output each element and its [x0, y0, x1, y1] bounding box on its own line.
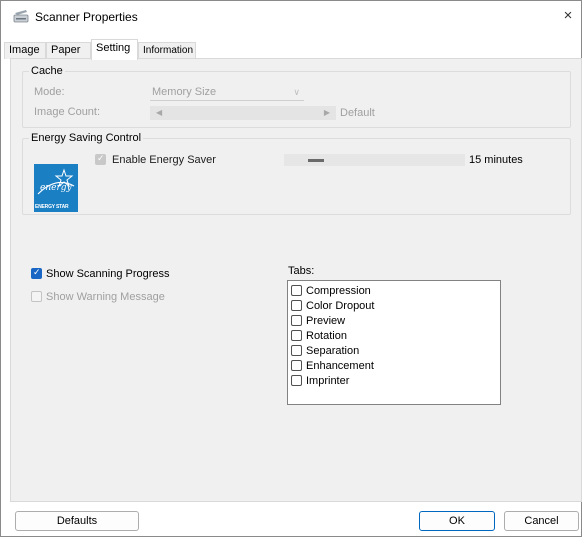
- list-item-label: Preview: [306, 315, 346, 327]
- energy-star-icon: energy: [37, 168, 75, 195]
- right-arrow-icon: ▶: [323, 108, 330, 117]
- compression-checkbox[interactable]: [291, 285, 302, 296]
- list-item-label: Color Dropout: [306, 300, 375, 312]
- show-warning-message-checkbox[interactable]: [31, 291, 42, 302]
- show-scanning-progress-label: Show Scanning Progress: [46, 268, 170, 280]
- left-arrow-icon: ◀: [156, 108, 163, 117]
- close-button[interactable]: ×: [557, 5, 579, 27]
- defaults-button[interactable]: Defaults: [15, 511, 139, 531]
- ok-button[interactable]: OK: [419, 511, 495, 531]
- list-item-label: Imprinter: [306, 375, 350, 387]
- show-scanning-progress-checkbox[interactable]: [31, 267, 42, 279]
- settings-panel: Cache Mode: Memory Size ∨ Image Count: ◀…: [10, 58, 582, 502]
- energy-star-logo: energy ENERGY STAR: [34, 164, 78, 212]
- tab-information[interactable]: Information: [138, 42, 196, 59]
- close-icon: ×: [563, 7, 573, 24]
- image-count-scrollbar[interactable]: ◀ ▶: [150, 106, 336, 120]
- list-item-label: Separation: [306, 345, 360, 357]
- show-warning-message-label: Show Warning Message: [46, 291, 165, 303]
- mode-combo-value: Memory Size: [152, 86, 217, 98]
- preview-checkbox[interactable]: [291, 315, 302, 326]
- energy-time-slider[interactable]: [284, 154, 465, 166]
- imprinter-checkbox[interactable]: [291, 375, 302, 386]
- energy-group-title: Energy Saving Control: [29, 132, 144, 144]
- color-dropout-checkbox[interactable]: [291, 300, 302, 311]
- image-count-label: Image Count:: [34, 106, 101, 118]
- energy-logo-script: energy: [40, 183, 73, 193]
- list-item-label: Rotation: [306, 330, 347, 342]
- energy-star-text: ENERGY STAR: [35, 204, 69, 210]
- scanner-properties-window: Scanner Properties × Image Paper Setting…: [0, 0, 582, 537]
- rotation-checkbox[interactable]: [291, 330, 302, 341]
- enhancement-checkbox[interactable]: [291, 360, 302, 371]
- tab-paper[interactable]: Paper: [46, 42, 91, 59]
- slider-thumb[interactable]: [308, 159, 324, 162]
- chevron-down-icon: ∨: [293, 87, 300, 97]
- window-title: Scanner Properties: [35, 10, 138, 24]
- tabs-listbox[interactable]: Compression Color Dropout Preview Rotati…: [287, 280, 501, 405]
- list-item-label: Compression: [306, 285, 371, 297]
- tab-image[interactable]: Image: [4, 42, 46, 59]
- cancel-button[interactable]: Cancel: [504, 511, 579, 531]
- mode-combo[interactable]: Memory Size ∨: [150, 85, 304, 101]
- tab-strip: Image Paper Setting Information: [1, 39, 581, 60]
- image-count-value: Default: [340, 107, 375, 119]
- list-item-label: Enhancement: [306, 360, 374, 372]
- cache-group-title: Cache: [29, 65, 65, 77]
- mode-label: Mode:: [34, 86, 65, 98]
- scanner-icon: [13, 10, 29, 23]
- tab-setting[interactable]: Setting: [91, 39, 138, 60]
- energy-time-value: 15 minutes: [469, 154, 523, 166]
- separation-checkbox[interactable]: [291, 345, 302, 356]
- enable-energy-saver-checkbox[interactable]: [95, 153, 106, 165]
- energy-saving-group: Energy Saving Control Enable Energy Save…: [22, 132, 571, 215]
- title-bar: Scanner Properties ×: [1, 1, 581, 33]
- tabs-list-label: Tabs:: [288, 265, 315, 277]
- cache-group: Cache Mode: Memory Size ∨ Image Count: ◀…: [22, 65, 571, 128]
- enable-energy-saver-label: Enable Energy Saver: [112, 154, 216, 166]
